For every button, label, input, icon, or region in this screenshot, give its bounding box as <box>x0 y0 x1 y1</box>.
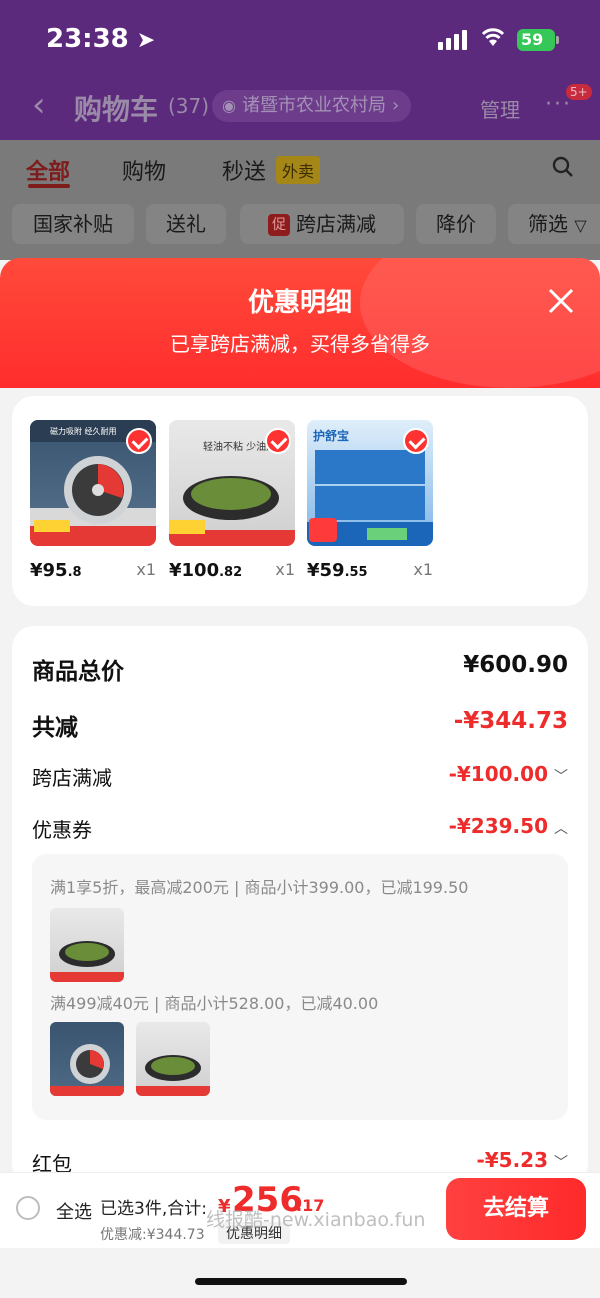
search-icon[interactable] <box>552 156 574 178</box>
coupon-rule-2: 满499减40元 | 商品小计528.00，已减40.00 <box>50 994 379 1013</box>
product-price: ¥95.8 <box>30 560 82 581</box>
tab-shopping[interactable]: 购物 <box>122 154 166 186</box>
product-qty: x1 <box>413 560 433 579</box>
back-icon[interactable]: ‹ <box>32 88 52 124</box>
chip-national-subsidy[interactable]: 国家补贴 <box>12 204 134 244</box>
product-qty: x1 <box>275 560 295 579</box>
sheet-title: 优惠明细 <box>247 288 352 318</box>
cross-store-value: -¥100.00 <box>448 762 548 786</box>
chevron-down-icon: ﹀ <box>554 1155 568 1171</box>
chevron-down-icon: ﹀ <box>554 769 568 785</box>
selected-count: 已选3件,合计: <box>100 1199 207 1219</box>
wifi-icon <box>481 28 505 46</box>
selected-check-icon <box>265 428 291 454</box>
sheet-header: 优惠明细 已享跨店满减，买得多省得多 <box>0 258 600 388</box>
cart-count: (37) <box>168 94 210 118</box>
select-all-radio[interactable] <box>16 1196 40 1220</box>
notification-badge: 5+ <box>566 84 592 100</box>
chevron-right-icon: › <box>391 95 400 116</box>
checkout-button[interactable]: 去结算 <box>446 1178 586 1240</box>
waimai-tag: 外卖 <box>276 156 321 184</box>
page-title: 购物车 <box>74 93 159 126</box>
chip-filter[interactable]: 筛选 ▽ <box>508 204 600 244</box>
location-arrow-icon: ➤ <box>136 28 156 53</box>
chip-cross-store[interactable]: 促跨店满减 <box>240 204 404 244</box>
tab-all[interactable]: 全部 <box>26 154 70 186</box>
chip-label: 跨店满减 <box>296 212 376 236</box>
selected-check-icon <box>403 428 429 454</box>
coupon-rule-1: 满1享5折，最高减200元 | 商品小计399.00，已减199.50 <box>50 878 469 897</box>
product-qty: x1 <box>136 560 156 579</box>
chip-price-drop[interactable]: 降价 <box>416 204 496 244</box>
tab-instant[interactable]: 秒送 <box>222 154 266 186</box>
cross-store-row[interactable]: -¥100.00 ﹀ <box>449 762 568 786</box>
status-time: 23:38 ➤ <box>46 24 155 54</box>
price-int: ¥59 <box>307 560 345 581</box>
saved-amount: 优惠减:¥344.73 <box>100 1227 205 1243</box>
coupon-product-thumb <box>136 1022 210 1096</box>
cross-store-label: 跨店满减 <box>32 766 112 790</box>
address-text: 诸暨市农业农村局 <box>241 95 386 116</box>
price-int: ¥100 <box>169 560 220 581</box>
coupon-product-thumb <box>50 1022 124 1096</box>
sheet-subtitle: 已享跨店满减，买得多省得多 <box>170 332 430 356</box>
price-dec: .8 <box>67 565 82 580</box>
manage-button[interactable]: 管理 <box>480 94 520 123</box>
selected-check-icon <box>126 428 152 454</box>
time-text: 23:38 <box>46 24 129 54</box>
redpack-row[interactable]: -¥5.23 ﹀ <box>476 1148 568 1172</box>
coupon-product-thumb <box>50 908 124 982</box>
filter-icon: ▽ <box>574 216 587 235</box>
product-image-caption: 磁力吸附 经久耐用 <box>50 426 117 436</box>
price-dec: .55 <box>344 565 368 580</box>
total-price-label: 商品总价 <box>32 659 124 685</box>
select-all-label[interactable]: 全选 <box>56 1198 92 1224</box>
chevron-up-icon: ︿ <box>554 821 568 837</box>
coupon-row[interactable]: -¥239.50 ︿ <box>449 814 568 838</box>
address-selector[interactable]: ◉ 诸暨市农业农村局 › <box>212 90 412 122</box>
promo-tag: 促 <box>268 214 290 236</box>
price-int: ¥95 <box>30 560 68 581</box>
total-reduce-label: 共减 <box>32 715 78 741</box>
watermark: 线报酷-new.xianbao.fun <box>206 1209 426 1231</box>
total-price-value: ¥600.90 <box>463 652 568 678</box>
total-reduce-value: -¥344.73 <box>453 708 568 734</box>
battery-icon: 59 <box>517 29 559 51</box>
chip-gift[interactable]: 送礼 <box>146 204 226 244</box>
product-price: ¥59.55 <box>307 560 368 581</box>
eye-icon: ◉ <box>222 96 236 115</box>
home-indicator <box>195 1278 407 1285</box>
tab-underline <box>28 184 70 188</box>
chip-label: 筛选 <box>528 212 568 236</box>
cellular-signal-icon <box>438 30 467 50</box>
redpack-value: -¥5.23 <box>476 1148 548 1172</box>
battery-level: 59 <box>521 30 544 49</box>
coupon-value: -¥239.50 <box>448 814 548 838</box>
product-price: ¥100.82 <box>169 560 242 581</box>
close-icon[interactable] <box>546 286 576 316</box>
coupon-label: 优惠券 <box>32 818 92 842</box>
product-image-caption: 护舒宝 <box>313 428 349 443</box>
price-dec: .82 <box>219 565 243 580</box>
